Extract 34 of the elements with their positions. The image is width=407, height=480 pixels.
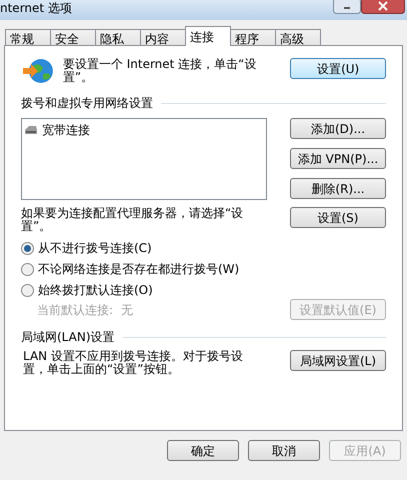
radio-button[interactable] <box>21 262 34 276</box>
dialog-button[interactable]: 确定 <box>167 440 239 461</box>
default-connection-value: 无 <box>121 302 134 318</box>
tab[interactable]: 高级 <box>275 29 321 46</box>
radio-option[interactable]: 不论网络连接是否存在都进行拨号(W) <box>21 260 386 278</box>
radio-button[interactable] <box>21 284 34 296</box>
tab[interactable]: 隐私 <box>95 29 141 46</box>
proxy-text: 如果要为连接配置代理服务器，请选择“设置”。 <box>21 207 244 233</box>
tab[interactable]: 常规 <box>5 29 51 46</box>
connection-item[interactable]: 宽带连接 <box>24 121 264 139</box>
globe-icon <box>21 56 55 86</box>
radio-option[interactable]: 从不进行拨号连接(C) <box>21 239 386 257</box>
lan-text: LAN 设置不应用到拨号连接。对于拨号设置，单击上面的“设置”按钮。 <box>23 350 244 376</box>
section-heading: 拨号和虚拟专用网络设置 <box>21 95 153 112</box>
dialup-button[interactable]: 删除(R)... <box>290 178 386 199</box>
section-heading: 局域网(LAN)设置 <box>21 329 115 346</box>
dialup-button[interactable]: 添加(D)... <box>290 118 386 139</box>
tab[interactable]: 安全 <box>50 29 96 46</box>
default-connection-label: 当前默认连接: <box>37 302 114 318</box>
lan-settings-button[interactable]: 局域网设置(L) <box>290 350 386 371</box>
setup-button[interactable]: 设置(U) <box>290 58 386 79</box>
window-title: nternet 选项 <box>0 0 72 17</box>
tab[interactable]: 连接 <box>185 26 231 46</box>
setup-text: 要设置一个 Internet 连接，单击“设置”。 <box>62 58 258 84</box>
modem-icon <box>24 124 38 136</box>
minimize-icon[interactable] <box>333 0 361 14</box>
radio-button[interactable] <box>21 242 34 254</box>
tab[interactable]: 内容 <box>140 29 186 46</box>
radio-option[interactable]: 始终拨打默认连接(O) <box>21 281 386 299</box>
tab[interactable]: 程序 <box>230 29 276 46</box>
close-icon[interactable] <box>361 0 405 14</box>
dialog-button[interactable]: 取消 <box>248 440 320 461</box>
dialup-button[interactable]: 添加 VPN(P)... <box>290 148 386 169</box>
proxy-settings-button[interactable]: 设置(S) <box>290 207 386 228</box>
